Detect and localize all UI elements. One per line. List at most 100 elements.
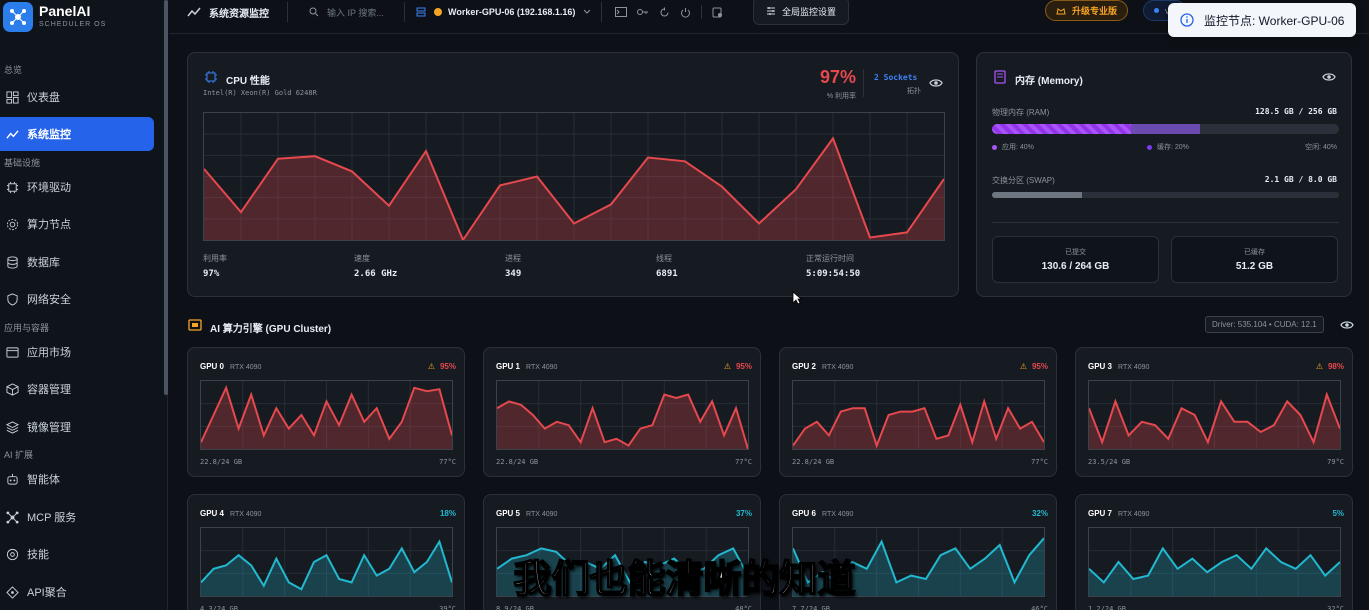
- page-title-wrap: 系统资源监控: [187, 0, 269, 24]
- sidebar: PanelAI SCHEDULER OS 总览 仪表盘 系统监控 基础设施 环境…: [0, 0, 168, 610]
- network-logo-icon: [10, 9, 26, 25]
- sidebar-item-mcp[interactable]: MCP 服务: [0, 500, 154, 534]
- sidebar-item-label: 系统监控: [27, 129, 71, 141]
- global-settings-button[interactable]: 全局监控设置: [753, 0, 850, 25]
- trend-icon: [187, 7, 201, 17]
- gpu-util: ⚠ 95%: [1019, 362, 1048, 371]
- gpu-temperature: 77°C: [735, 458, 752, 466]
- ram-value: 128.5 GB / 256 GB: [1255, 107, 1337, 116]
- sidebar-item-system-monitor[interactable]: 系统监控: [0, 117, 154, 151]
- cpu-sockets-label: 拓扑: [907, 88, 921, 95]
- committed-box: 已提交 130.6 / 264 GB: [992, 236, 1159, 283]
- gpu-card: GPU 1 RTX 4090 ⚠ 95% 22.8/24 GB 77°C: [483, 347, 761, 477]
- bot-icon: [7, 473, 18, 485]
- gpu-util: 18%: [439, 509, 456, 518]
- cpu-stat-label: 速度: [354, 254, 370, 263]
- ram-bar-cache: [1130, 124, 1201, 134]
- gpu-name: GPU 1 RTX 4090: [496, 362, 558, 371]
- node-status-dot: [434, 8, 442, 16]
- swap-bar-fill: [992, 192, 1083, 198]
- gpu-util: ⚠ 95%: [723, 362, 752, 371]
- gpu-memory: 7.7/24 GB: [792, 605, 830, 610]
- gpu-model: RTX 4090: [1118, 511, 1150, 518]
- cpu-usage-chart: [203, 112, 945, 241]
- sidebar-item-app-market[interactable]: 应用市场: [0, 335, 154, 369]
- crown-icon: [1056, 7, 1066, 14]
- sidebar-item-database[interactable]: 数据库: [0, 245, 154, 279]
- cpu-stat-label: 线程: [656, 254, 672, 263]
- sidebar-item-label: 网络安全: [27, 294, 71, 306]
- trend-icon: [6, 129, 19, 139]
- warning-icon: ⚠: [723, 362, 731, 371]
- layers-icon: [6, 420, 19, 434]
- gpu-usage-chart: [200, 380, 453, 450]
- eye-icon[interactable]: [1322, 72, 1336, 82]
- sidebar-item-image-mgmt[interactable]: 镜像管理: [0, 410, 154, 444]
- toolbar-icons: [615, 0, 723, 24]
- cpu-stat-value: 2.66 GHz: [354, 269, 398, 279]
- logo: [3, 2, 33, 32]
- cpu-model: Intel(R) Xeon(R) Gold 6248R: [203, 89, 317, 97]
- gpu-section-title: AI 算力引擎 (GPU Cluster): [210, 324, 332, 335]
- section-apps-containers: 应用与容器: [4, 323, 50, 333]
- sidebar-item-container-mgmt[interactable]: 容器管理: [0, 372, 154, 406]
- driver-badge: Driver: 535.104 • CUDA: 12.1: [1205, 316, 1324, 333]
- gpu-temperature: 32°C: [1327, 605, 1344, 610]
- sidebar-item-label: 智能体: [27, 474, 60, 486]
- warning-icon: ⚠: [1019, 362, 1027, 371]
- gpu-card: GPU 3 RTX 4090 ⚠ 98% 23.5/24 GB 79°C: [1075, 347, 1353, 477]
- eye-icon[interactable]: [1340, 320, 1354, 330]
- key-icon[interactable]: [637, 7, 649, 17]
- cpu-icon: [6, 181, 19, 193]
- power-icon[interactable]: [680, 7, 691, 18]
- eye-icon[interactable]: [929, 78, 943, 88]
- gpu-model: RTX 4090: [230, 364, 262, 371]
- gpu-model: RTX 4090: [822, 511, 854, 518]
- restart-icon[interactable]: [659, 7, 670, 18]
- cpu-stat-label: 正常运行时间: [806, 254, 854, 263]
- cpu-usage: 97%: [819, 67, 856, 87]
- gpu-util: 5%: [1332, 509, 1344, 518]
- cpu-usage-label: % 利用率: [826, 93, 856, 100]
- gpu-usage-chart: [496, 380, 749, 450]
- committed-value: 130.6 / 264 GB: [1041, 261, 1110, 272]
- search-icon: [309, 7, 319, 17]
- gpu-name: GPU 2 RTX 4090: [792, 362, 854, 371]
- ram-bar: [992, 124, 1339, 134]
- database-icon: [7, 255, 18, 269]
- cached-value: 51.2 GB: [1235, 261, 1274, 272]
- gpu-name: GPU 6 RTX 4090: [792, 509, 854, 518]
- search-placeholder: 输入 IP 搜索...: [327, 7, 384, 18]
- cpu-stat-value: 349: [505, 269, 522, 279]
- search-input[interactable]: 输入 IP 搜索...: [309, 0, 395, 24]
- warning-icon: ⚠: [1315, 362, 1323, 371]
- sidebar-item-network-security[interactable]: 网络安全: [0, 282, 154, 316]
- gpu-name: GPU 5 RTX 4090: [496, 509, 558, 518]
- committed-label: 已提交: [1065, 249, 1086, 256]
- gpu-util: ⚠ 98%: [1315, 362, 1344, 371]
- gpu-memory: 22.8/24 GB: [496, 458, 539, 466]
- app-subtitle: SCHEDULER OS: [39, 21, 107, 28]
- store-icon: [6, 346, 19, 358]
- gpu-name: GPU 3 RTX 4090: [1088, 362, 1150, 371]
- sidebar-scrollbar[interactable]: [164, 0, 168, 395]
- memory-card: 内存 (Memory) 物理内存 (RAM) 128.5 GB / 256 GB…: [976, 52, 1352, 297]
- settings-shield-icon[interactable]: [712, 7, 723, 18]
- sidebar-item-label: 容器管理: [27, 384, 71, 396]
- app-name: PanelAI: [39, 3, 91, 19]
- swap-value: 2.1 GB / 8.0 GB: [1264, 175, 1337, 184]
- server-icon: [416, 7, 426, 17]
- sidebar-item-agents[interactable]: 智能体: [0, 462, 154, 496]
- gpu-temperature: 46°C: [1031, 605, 1048, 610]
- upgrade-button[interactable]: 升级专业版: [1045, 0, 1129, 21]
- gear-icon: [6, 218, 19, 230]
- sidebar-item-dashboard[interactable]: 仪表盘: [0, 80, 154, 114]
- terminal-icon[interactable]: [615, 7, 627, 17]
- node-selector[interactable]: Worker-GPU-06 (192.168.1.16): [416, 0, 591, 24]
- sidebar-item-compute-nodes[interactable]: 算力节点: [0, 207, 154, 241]
- gpu-temperature: 48°C: [735, 605, 752, 610]
- section-ai-ext: AI 扩展: [4, 450, 34, 460]
- sidebar-item-env-driver[interactable]: 环境驱动: [0, 170, 154, 204]
- cached-box: 已缓存 51.2 GB: [1171, 236, 1338, 283]
- gpu-usage-chart: [1088, 380, 1341, 450]
